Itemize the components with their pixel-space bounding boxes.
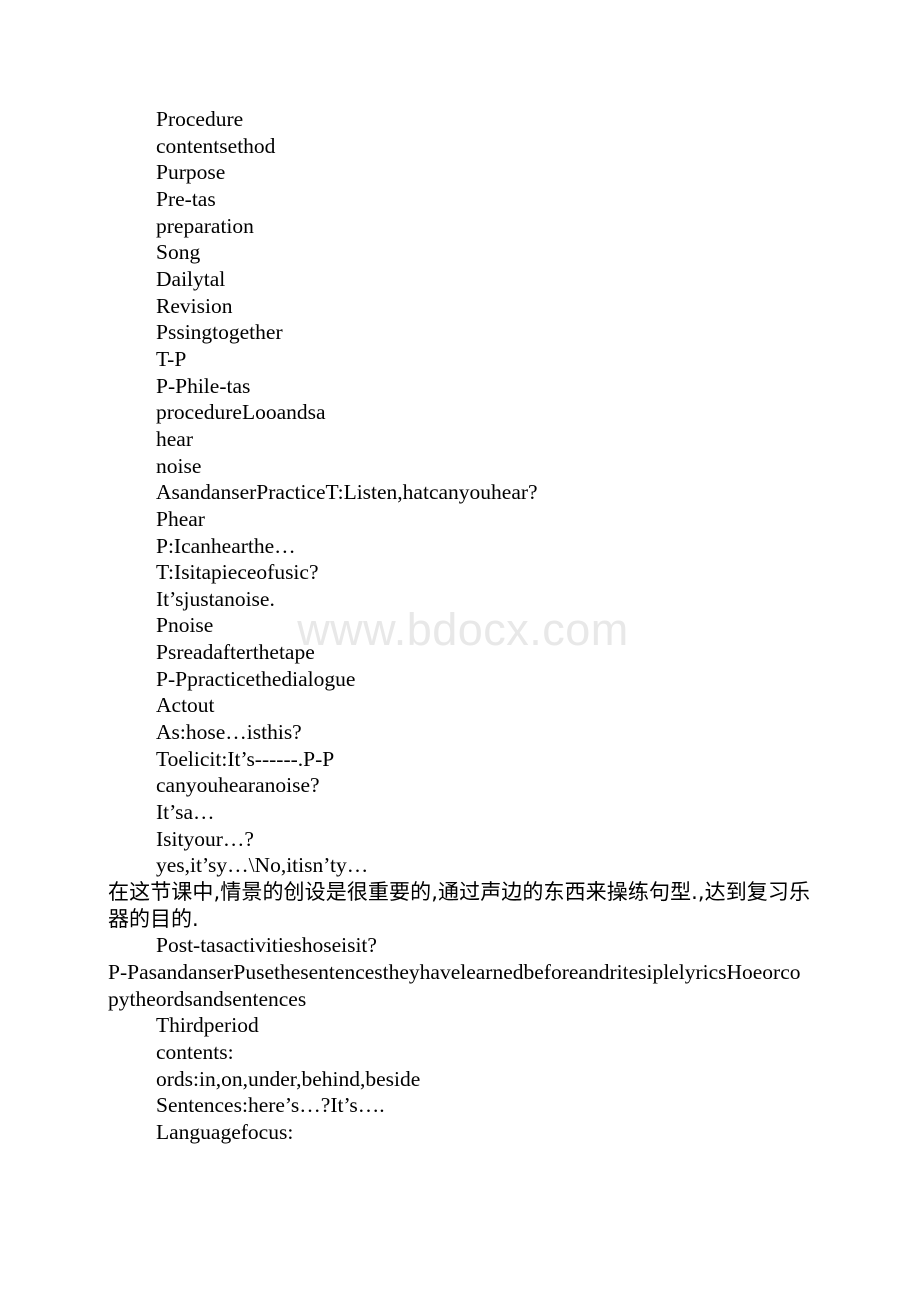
text-line: noise (156, 453, 202, 478)
text-line: Psreadafterthetape (156, 640, 315, 665)
text-line: Pnoise (156, 613, 214, 638)
text-line: Phear (156, 506, 205, 531)
text-line: Post-tasactivitieshoseisit? (156, 933, 377, 958)
text-line: Sentences:here’s…?It’s…. (156, 1093, 385, 1118)
text-line: Toelicit:It’s------.P-P (156, 746, 335, 771)
text-line: Revision (156, 293, 233, 318)
document-page: www.bdocx.com Procedure contentsethod Purp… (0, 0, 920, 1302)
text-line: It’sa… (156, 800, 215, 825)
text-line: P-Ppracticethedialogue (156, 666, 356, 691)
text-line: preparation (156, 213, 254, 238)
text-line: AsandanserPracticeT:Listen,hatcanyouhear… (156, 480, 538, 505)
text-line: Thirdperiod (156, 1013, 259, 1038)
text-line: T-P (156, 346, 187, 371)
text-line: ords:in,on,under,behind,beside (156, 1066, 421, 1091)
text-line: Song (156, 240, 201, 265)
text-line: As:hose…isthis? (156, 720, 302, 745)
text-line: Procedure (156, 107, 244, 131)
text-line: Pssingtogether (156, 320, 283, 345)
text-line: Dailytal (156, 266, 226, 291)
text-line: contents: (156, 1039, 234, 1064)
document-body: Procedure contentsethod Purpose Pre-tas prep… (108, 106, 810, 1146)
text-line: canyouhearanoise? (156, 773, 320, 798)
text-line: procedureLooandsa (156, 400, 326, 425)
text-line: Languagefocus: (156, 1119, 294, 1144)
text-line: Pre-tas (156, 186, 216, 211)
text-line: 在这节课中,情景的创设是很重要的,通过声边的东西来操练句型.,达到复习乐器的目的… (108, 880, 810, 931)
text-line: Isityour…? (156, 826, 254, 851)
text-line: Actout (156, 693, 215, 718)
text-line: It’sjustanoise. (156, 586, 275, 611)
text-line: P:Icanhearthe… (156, 533, 296, 558)
text-line: yes,it’sy…\No,itisn’ty… (156, 853, 369, 878)
text-line: P-Phile-tas (156, 373, 251, 398)
text-line: Purpose (156, 160, 226, 185)
text-line: hear (156, 426, 193, 451)
text-line: P-PasandanserPusethesentencestheyhavelea… (108, 960, 801, 1011)
text-line: T:Isitapieceofusic? (156, 560, 319, 585)
text-line: contentsethod (156, 133, 276, 158)
